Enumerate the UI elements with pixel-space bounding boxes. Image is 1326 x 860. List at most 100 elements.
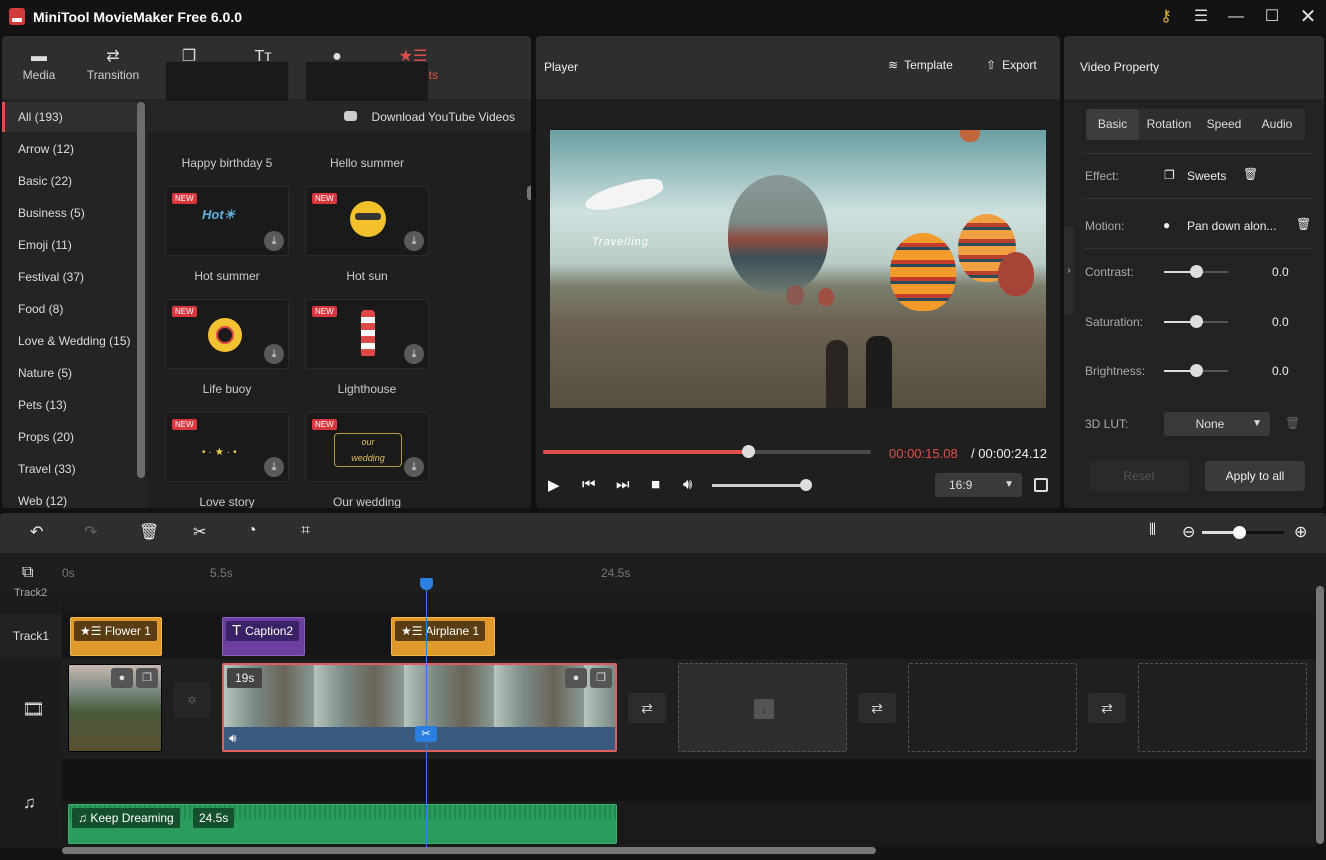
element-clip-flower[interactable]: ★☰ Flower 1 — [70, 617, 162, 656]
playhead-line[interactable] — [426, 578, 427, 848]
next-frame-icon[interactable]: ⏭ — [616, 476, 630, 493]
speed-icon[interactable]: ◔ — [247, 522, 257, 540]
previous-frame-icon[interactable]: ⏮ — [582, 476, 596, 493]
close-icon[interactable]: ✕ — [1296, 6, 1320, 28]
category-item[interactable]: All (193) — [2, 102, 138, 132]
add-track-icon[interactable]: ⧉ — [22, 564, 33, 582]
text-clip-caption[interactable]: T Caption2 — [222, 617, 305, 656]
delete-motion-icon[interactable]: 🗑︎ — [1296, 217, 1311, 231]
category-item[interactable]: Props (20) — [2, 422, 138, 452]
download-icon[interactable]: ⤓ — [264, 457, 284, 477]
split-icon[interactable]: ✂ — [193, 522, 206, 542]
category-item[interactable]: Web (12) — [2, 486, 138, 508]
timeline-horizontal-scrollbar[interactable] — [62, 847, 876, 854]
transition-slot-button[interactable]: ⇄ — [628, 693, 666, 723]
audio-clip[interactable]: ♫ Keep Dreaming 24.5s — [68, 804, 617, 844]
saturation-slider[interactable] — [1164, 315, 1228, 328]
fit-timeline-icon[interactable]: ⦀ — [1149, 522, 1156, 540]
grid-scrollbar[interactable] — [527, 186, 531, 200]
contrast-slider[interactable] — [1164, 265, 1228, 278]
slider-handle[interactable] — [1190, 315, 1203, 328]
playhead-handle[interactable] — [420, 578, 433, 590]
tab-rotation[interactable]: Rotation — [1139, 109, 1199, 140]
tab-basic[interactable]: Basic — [1086, 109, 1139, 140]
lut-value: None — [1195, 417, 1225, 431]
loading-transition-icon[interactable]: ✲ — [174, 682, 210, 718]
slider-handle[interactable] — [1190, 265, 1203, 278]
lut-select[interactable]: None ▼ — [1164, 412, 1270, 436]
timeline-vertical-scrollbar[interactable] — [1316, 586, 1324, 844]
play-icon[interactable]: ▶ — [548, 476, 560, 494]
timeline-zoom-slider[interactable] — [1202, 526, 1284, 539]
element-tile[interactable]: NEW ⤓ — [305, 299, 429, 369]
category-item[interactable]: Festival (37) — [2, 262, 138, 292]
redo-icon[interactable]: ↷ — [84, 522, 97, 542]
stop-icon[interactable]: ■ — [651, 476, 660, 493]
export-button[interactable]: ⇧ Export — [986, 58, 1037, 72]
empty-clip-slot[interactable] — [1138, 663, 1307, 752]
delete-effect-icon[interactable]: 🗑︎ — [1243, 167, 1258, 181]
aspect-ratio-select[interactable]: 16:9 ▼ — [935, 473, 1022, 497]
element-tile[interactable]: NEW Hot☀ ⤓ — [165, 186, 289, 256]
minimize-icon[interactable]: — — [1224, 6, 1248, 28]
category-item[interactable]: Nature (5) — [2, 358, 138, 388]
download-icon[interactable]: ⤓ — [264, 231, 284, 251]
element-tile[interactable]: NEW ⤓ — [305, 186, 429, 256]
zoom-out-icon[interactable]: ⊖ — [1182, 522, 1195, 542]
download-youtube-link[interactable]: Download YouTube Videos — [372, 110, 515, 124]
tab-audio[interactable]: Audio — [1249, 109, 1305, 140]
seek-handle[interactable] — [742, 445, 755, 458]
category-item[interactable]: Business (5) — [2, 198, 138, 228]
tab-media[interactable]: ▬ Media — [2, 46, 76, 94]
download-icon[interactable]: ⤓ — [404, 457, 424, 477]
zoom-in-icon[interactable]: ⊕ — [1294, 522, 1307, 542]
transition-slot-button[interactable]: ⇄ — [1088, 693, 1126, 723]
transition-slot-button[interactable]: ⇄ — [858, 693, 896, 723]
menu-icon[interactable]: ☰ — [1189, 6, 1213, 28]
download-icon[interactable]: ⤓ — [404, 231, 424, 251]
tab-transition[interactable]: ⇄ Transition — [76, 46, 150, 94]
volume-icon[interactable]: 🔊︎ — [683, 476, 692, 493]
empty-clip-slot[interactable] — [908, 663, 1077, 752]
element-tile[interactable]: NEW ⤓ — [165, 299, 289, 369]
split-at-playhead-icon[interactable]: ✂ — [415, 726, 437, 742]
category-item[interactable]: Arrow (12) — [2, 134, 138, 164]
key-icon[interactable]: ⚷ — [1154, 6, 1178, 28]
delete-lut-icon[interactable]: 🗑︎ — [1285, 416, 1300, 430]
apply-to-all-button[interactable]: Apply to all — [1205, 461, 1305, 491]
clip-audio-icon[interactable]: 🔊︎ — [229, 731, 237, 746]
template-button[interactable]: ≋ Template — [888, 58, 953, 72]
crop-icon[interactable]: ⌗ — [301, 522, 310, 540]
category-item[interactable]: Food (8) — [2, 294, 138, 324]
youtube-download-icon[interactable] — [344, 111, 357, 121]
category-item[interactable]: Pets (13) — [2, 390, 138, 420]
category-item[interactable]: Love & Wedding (15) — [2, 326, 138, 356]
brightness-slider[interactable] — [1164, 364, 1228, 377]
video-preview[interactable]: Travelling — [550, 130, 1046, 408]
collapse-panel-handle[interactable]: › — [1064, 227, 1074, 315]
slider-handle[interactable] — [1190, 364, 1203, 377]
fullscreen-icon[interactable] — [1034, 478, 1048, 492]
volume-handle[interactable] — [800, 479, 812, 491]
download-icon[interactable]: ⤓ — [264, 344, 284, 364]
undo-icon[interactable]: ↶ — [30, 522, 43, 542]
category-item[interactable]: Emoji (11) — [2, 230, 138, 260]
zoom-handle[interactable] — [1232, 526, 1246, 539]
reset-button[interactable]: Reset — [1089, 461, 1189, 491]
download-icon[interactable]: ⤓ — [404, 344, 424, 364]
element-tile[interactable]: NEW •·★·• ⤓ — [165, 412, 289, 482]
video-clip-landscape[interactable]: ● ❐ — [68, 664, 162, 752]
tab-speed[interactable]: Speed — [1199, 109, 1249, 140]
timeline-ruler[interactable]: ⧉ 0s 5.5s 24.5s — [0, 553, 1326, 593]
hot-sun-thumbnail — [350, 201, 386, 237]
empty-clip-slot[interactable]: ↓ — [678, 663, 847, 752]
element-tile[interactable]: NEW our wedding ⤓ — [305, 412, 429, 482]
category-scrollbar[interactable] — [137, 102, 145, 478]
volume-slider[interactable] — [712, 479, 812, 491]
seek-bar[interactable] — [543, 445, 871, 458]
category-item[interactable]: Travel (33) — [2, 454, 138, 484]
category-item[interactable]: Basic (22) — [2, 166, 138, 196]
element-clip-airplane[interactable]: ★☰ Airplane 1 — [391, 617, 495, 656]
maximize-icon[interactable]: ☐ — [1260, 6, 1284, 28]
delete-icon[interactable]: 🗑︎ — [139, 522, 159, 542]
